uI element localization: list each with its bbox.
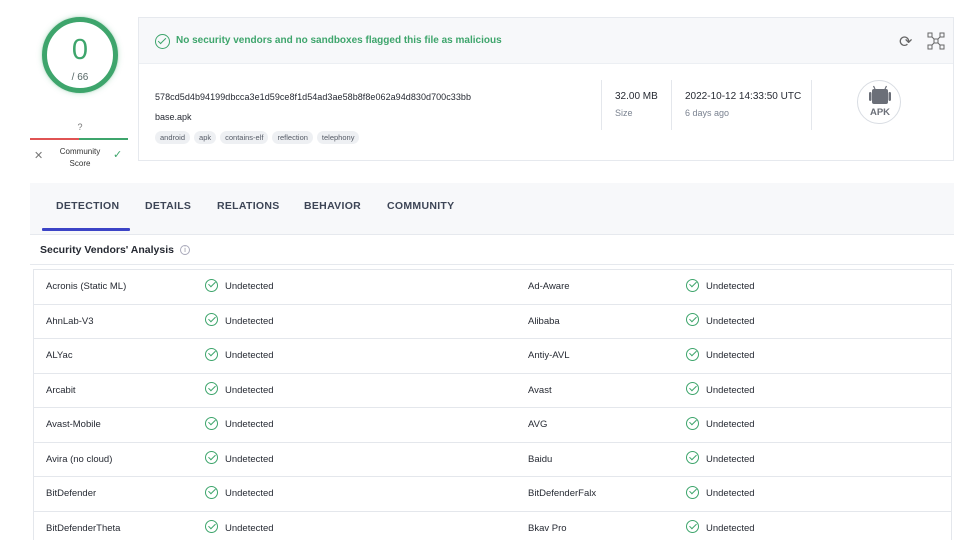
table-row: Avira (no cloud) Undetected Baidu Undete… [34, 443, 951, 477]
check-circle-icon [205, 485, 218, 499]
check-circle-icon [686, 451, 699, 465]
detection-score: 0 / 66 ? ✕ Community Score ✓ [28, 10, 132, 170]
detection-count: 0 [71, 34, 89, 66]
score-ring: 0 / 66 [42, 17, 118, 93]
file-tags: android apk contains-elf reflection tele… [155, 131, 360, 144]
divider [811, 80, 812, 130]
info-icon[interactable]: i [180, 245, 190, 255]
community-score-bar [30, 138, 128, 140]
vendor-name: Bkav Pro [528, 522, 567, 534]
table-row: Acronis (Static ML) Undetected Ad-Aware … [34, 270, 951, 305]
vendor-name: BitDefenderFalx [528, 488, 597, 499]
vendor-result: Undetected [205, 270, 274, 304]
vendor-name: BitDefenderTheta [46, 522, 121, 534]
divider [601, 80, 602, 130]
table-row: BitDefenderTheta Undetected Bkav Pro Und… [34, 512, 951, 540]
file-size-label: Size [615, 108, 633, 118]
tag[interactable]: reflection [272, 131, 313, 144]
check-circle-icon [686, 520, 699, 534]
vendor-name: Avira (no cloud) [46, 453, 113, 465]
table-row: AhnLab-V3 Undetected Alibaba Undetected [34, 305, 951, 339]
file-summary-card: No security vendors and no sandboxes fla… [138, 17, 954, 161]
tab-relations[interactable]: RELATIONS [217, 200, 280, 212]
tab-community[interactable]: COMMUNITY [387, 200, 454, 212]
check-circle-icon [205, 451, 218, 465]
vendor-result: Undetected [686, 374, 755, 408]
graph-icon[interactable] [927, 32, 945, 50]
vendor-name: AVG [528, 419, 548, 430]
vendor-result: Undetected [205, 339, 274, 373]
table-row: Avast-Mobile Undetected AVG Undetected [34, 408, 951, 443]
vendor-result: Undetected [686, 477, 755, 511]
section-divider [30, 264, 954, 265]
vendor-result: Undetected [205, 477, 274, 511]
tag[interactable]: android [155, 131, 191, 144]
check-circle-icon [686, 382, 699, 396]
tab-details[interactable]: DETAILS [145, 200, 191, 212]
vendor-name: Ad-Aware [528, 281, 570, 292]
verdict-message: No security vendors and no sandboxes fla… [176, 35, 502, 46]
vendor-name: Baidu [528, 453, 553, 465]
downvote-icon[interactable]: ✕ [34, 149, 43, 162]
table-row: Arcabit Undetected Avast Undetected [34, 374, 951, 408]
check-circle-icon [686, 485, 699, 499]
verdict-banner: No security vendors and no sandboxes fla… [139, 18, 953, 64]
check-circle-icon [155, 34, 170, 49]
vendor-result: Undetected [205, 305, 274, 339]
vendor-result: Undetected [686, 443, 755, 477]
vendor-result: Undetected [686, 512, 755, 540]
vendor-result: Undetected [686, 339, 755, 373]
vendor-result: Undetected [686, 305, 755, 339]
vendor-name: Antiy-AVL [528, 350, 570, 361]
file-name: base.apk [155, 112, 192, 122]
check-circle-icon [686, 313, 699, 327]
refresh-icon[interactable]: ⟳ [899, 32, 912, 52]
vendor-result: Undetected [205, 408, 274, 442]
tab-detection[interactable]: DETECTION [56, 200, 119, 212]
vendor-result: Undetected [686, 408, 755, 442]
tab-behavior[interactable]: BEHAVIOR [304, 200, 361, 212]
check-circle-icon [205, 347, 218, 361]
vendor-name: Acronis (Static ML) [46, 281, 127, 292]
table-row: ALYac Undetected Antiy-AVL Undetected [34, 339, 951, 374]
upvote-icon[interactable]: ✓ [113, 148, 122, 161]
check-circle-icon [686, 278, 699, 292]
analysis-date: 2022-10-12 14:33:50 UTC [685, 91, 802, 102]
check-circle-icon [205, 278, 218, 292]
community-score-value: ? [77, 122, 83, 132]
vendor-name: AhnLab-V3 [46, 315, 94, 327]
community-score-label: Community Score [59, 147, 101, 168]
check-circle-icon [205, 313, 218, 327]
android-apk-icon: APK [857, 80, 901, 124]
file-size-value: 32.00 MB [615, 91, 658, 102]
check-circle-icon [686, 416, 699, 430]
tag[interactable]: telephony [316, 131, 360, 144]
section-title: Security Vendors' Analysis [40, 244, 174, 256]
engine-total: / 66 [71, 72, 89, 83]
check-circle-icon [686, 347, 699, 361]
analysis-date-relative: 6 days ago [685, 108, 730, 118]
vendor-table: Acronis (Static ML) Undetected Ad-Aware … [33, 269, 952, 540]
vendor-name: Alibaba [528, 315, 560, 327]
active-tab-indicator [42, 228, 130, 231]
tag[interactable]: apk [194, 131, 217, 144]
vendor-result: Undetected [686, 270, 755, 304]
check-circle-icon [205, 382, 218, 396]
vendor-name: Avast [528, 384, 552, 396]
vendor-name: Avast-Mobile [46, 419, 101, 430]
vendor-result: Undetected [205, 512, 274, 540]
vendor-name: Arcabit [46, 384, 76, 396]
table-row: BitDefender Undetected BitDefenderFalx U… [34, 477, 951, 512]
svg-text:APK: APK [870, 107, 890, 118]
check-circle-icon [205, 416, 218, 430]
vendor-name: BitDefender [46, 488, 97, 499]
vendor-name: ALYac [46, 350, 73, 361]
check-circle-icon [205, 520, 218, 534]
tag[interactable]: contains-elf [220, 131, 269, 144]
divider [671, 80, 672, 130]
vendor-result: Undetected [205, 374, 274, 408]
vendor-result: Undetected [205, 443, 274, 477]
file-hash[interactable]: 578cd5d4b94199dbcca3e1d59ce8f1d54ad3ae58… [155, 92, 471, 102]
tab-bar: DETECTION DETAILS RELATIONS BEHAVIOR COM… [30, 183, 954, 235]
